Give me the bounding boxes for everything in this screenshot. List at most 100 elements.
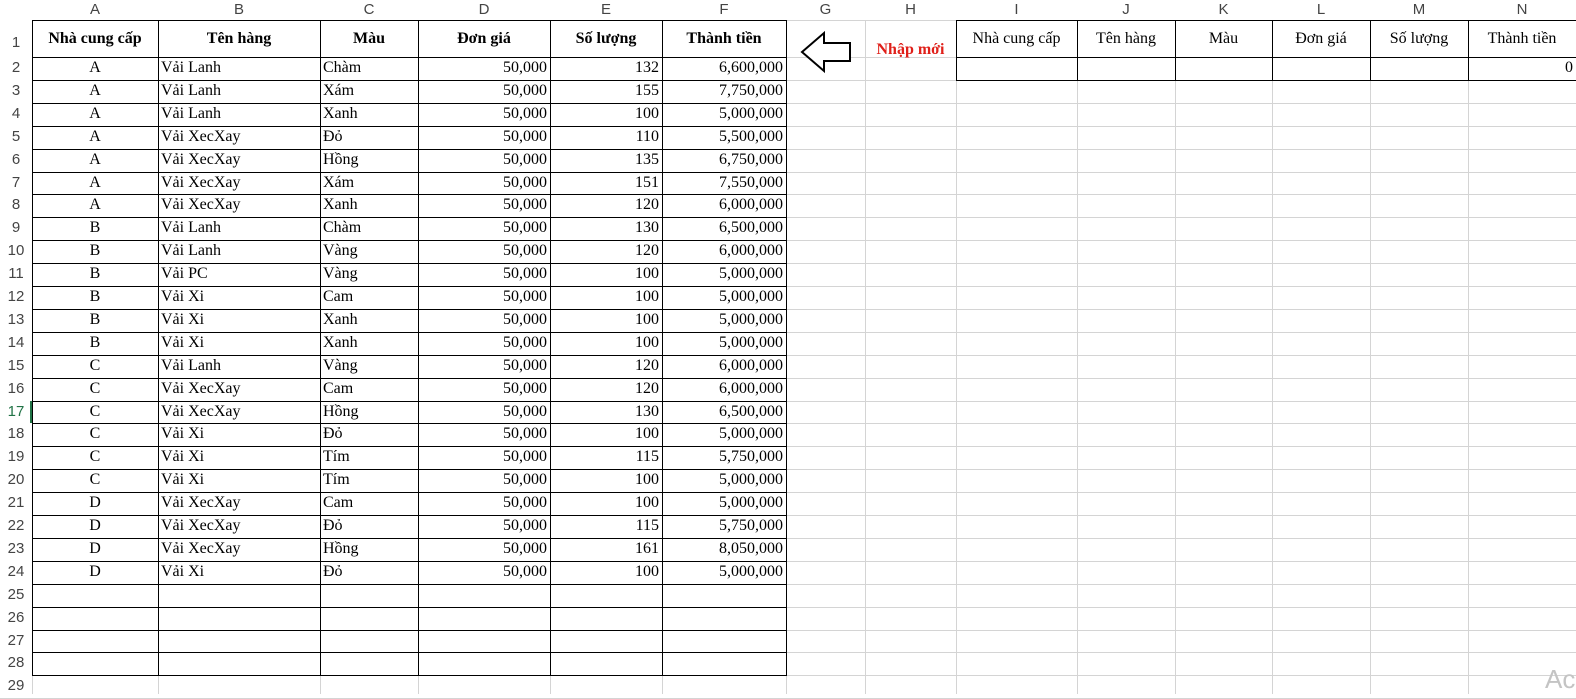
amount-cell[interactable]: 6,500,000 xyxy=(662,401,786,424)
entry-product-name-input[interactable] xyxy=(1077,57,1175,80)
product-name-cell[interactable]: Vải Lanh xyxy=(158,103,320,126)
empty-cell[interactable] xyxy=(320,652,418,675)
row-header-15[interactable]: 15 xyxy=(0,354,32,378)
product-name-cell[interactable]: Vải Xi xyxy=(158,286,320,309)
color-cell[interactable]: Xám xyxy=(320,80,418,103)
row-header-18[interactable]: 18 xyxy=(0,423,32,447)
color-cell[interactable]: Tím xyxy=(320,469,418,492)
empty-cell[interactable] xyxy=(418,652,550,675)
unit-price-cell[interactable]: 50,000 xyxy=(418,355,550,378)
entry-supplier-input[interactable] xyxy=(956,57,1077,80)
row-header-25[interactable]: 25 xyxy=(0,583,32,607)
empty-cell[interactable] xyxy=(662,607,786,630)
product-name-cell[interactable]: Vải Xi xyxy=(158,561,320,584)
quantity-cell[interactable]: 161 xyxy=(550,538,662,561)
unit-price-cell[interactable]: 50,000 xyxy=(418,401,550,424)
empty-cell[interactable] xyxy=(550,652,662,675)
supplier-cell[interactable]: A xyxy=(32,80,158,103)
supplier-cell[interactable]: A xyxy=(32,126,158,149)
column-header-c[interactable]: C xyxy=(320,0,418,20)
supplier-cell[interactable]: D xyxy=(32,538,158,561)
unit-price-cell[interactable]: 50,000 xyxy=(418,538,550,561)
row-header-5[interactable]: 5 xyxy=(0,125,32,149)
unit-price-cell[interactable]: 50,000 xyxy=(418,263,550,286)
amount-cell[interactable]: 5,000,000 xyxy=(662,332,786,355)
row-header-26[interactable]: 26 xyxy=(0,606,32,630)
supplier-cell[interactable]: C xyxy=(32,355,158,378)
unit-price-cell[interactable]: 50,000 xyxy=(418,469,550,492)
quantity-cell[interactable]: 120 xyxy=(550,355,662,378)
quantity-cell[interactable]: 100 xyxy=(550,492,662,515)
column-header-e[interactable]: E xyxy=(550,0,662,20)
supplier-cell[interactable]: B xyxy=(32,332,158,355)
row-header-11[interactable]: 11 xyxy=(0,263,32,286)
amount-cell[interactable]: 5,500,000 xyxy=(662,126,786,149)
amount-cell[interactable]: 5,750,000 xyxy=(662,446,786,469)
column-header-h[interactable]: H xyxy=(865,0,956,20)
empty-cell[interactable] xyxy=(320,607,418,630)
product-name-cell[interactable]: Vải Lanh xyxy=(158,80,320,103)
color-cell[interactable]: Đỏ xyxy=(320,126,418,149)
amount-cell[interactable]: 7,550,000 xyxy=(662,172,786,195)
unit-price-cell[interactable]: 50,000 xyxy=(418,103,550,126)
unit-price-cell[interactable]: 50,000 xyxy=(418,492,550,515)
quantity-cell[interactable]: 100 xyxy=(550,561,662,584)
color-cell[interactable]: Xanh xyxy=(320,194,418,217)
quantity-cell[interactable]: 130 xyxy=(550,401,662,424)
quantity-cell[interactable]: 120 xyxy=(550,194,662,217)
row-header-22[interactable]: 22 xyxy=(0,515,32,538)
color-cell[interactable]: Đỏ xyxy=(320,423,418,446)
product-name-cell[interactable]: Vải XecXay xyxy=(158,492,320,515)
unit-price-cell[interactable]: 50,000 xyxy=(418,80,550,103)
row-header-12[interactable]: 12 xyxy=(0,286,32,309)
unit-price-cell[interactable]: 50,000 xyxy=(418,149,550,172)
quantity-cell[interactable]: 100 xyxy=(550,469,662,492)
quantity-cell[interactable]: 100 xyxy=(550,103,662,126)
row-header-4[interactable]: 4 xyxy=(0,102,32,126)
quantity-cell[interactable]: 135 xyxy=(550,149,662,172)
entry-quantity-input[interactable] xyxy=(1370,57,1468,80)
quantity-cell[interactable]: 100 xyxy=(550,332,662,355)
color-cell[interactable]: Vàng xyxy=(320,240,418,263)
amount-cell[interactable]: 6,000,000 xyxy=(662,194,786,217)
amount-cell[interactable]: 5,000,000 xyxy=(662,103,786,126)
unit-price-cell[interactable]: 50,000 xyxy=(418,57,550,80)
product-name-cell[interactable]: Vải XecXay xyxy=(158,515,320,538)
product-name-cell[interactable]: Vải XecXay xyxy=(158,401,320,424)
product-name-cell[interactable]: Vải Lanh xyxy=(158,355,320,378)
supplier-cell[interactable]: C xyxy=(32,469,158,492)
quantity-cell[interactable]: 100 xyxy=(550,286,662,309)
empty-cell[interactable] xyxy=(662,584,786,607)
color-cell[interactable]: Chàm xyxy=(320,57,418,80)
amount-cell[interactable]: 6,750,000 xyxy=(662,149,786,172)
color-cell[interactable]: Cam xyxy=(320,286,418,309)
supplier-cell[interactable]: C xyxy=(32,446,158,469)
amount-cell[interactable]: 5,000,000 xyxy=(662,263,786,286)
quantity-cell[interactable]: 130 xyxy=(550,217,662,240)
column-header-b[interactable]: B xyxy=(158,0,320,20)
supplier-cell[interactable]: C xyxy=(32,423,158,446)
column-header-f[interactable]: F xyxy=(662,0,786,20)
product-name-cell[interactable]: Vải PC xyxy=(158,263,320,286)
row-header-29[interactable]: 29 xyxy=(0,675,32,699)
amount-cell[interactable]: 7,750,000 xyxy=(662,80,786,103)
product-name-cell[interactable]: Vải Xi xyxy=(158,423,320,446)
column-header-n[interactable]: N xyxy=(1468,0,1576,20)
empty-cell[interactable] xyxy=(32,607,158,630)
row-header-13[interactable]: 13 xyxy=(0,308,32,332)
row-header-10[interactable]: 10 xyxy=(0,240,32,264)
unit-price-cell[interactable]: 50,000 xyxy=(418,286,550,309)
row-header-28[interactable]: 28 xyxy=(0,652,32,676)
new-entry-button[interactable]: Nhập mới xyxy=(865,20,956,80)
product-name-cell[interactable]: Vải Xi xyxy=(158,446,320,469)
empty-cell[interactable] xyxy=(320,584,418,607)
amount-cell[interactable]: 5,000,000 xyxy=(662,309,786,332)
color-cell[interactable]: Xám xyxy=(320,172,418,195)
product-name-cell[interactable]: Vải Lanh xyxy=(158,217,320,240)
color-cell[interactable]: Vàng xyxy=(320,355,418,378)
empty-cell[interactable] xyxy=(32,630,158,653)
empty-cell[interactable] xyxy=(32,584,158,607)
quantity-cell[interactable]: 132 xyxy=(550,57,662,80)
amount-cell[interactable]: 5,750,000 xyxy=(662,515,786,538)
product-name-cell[interactable]: Vải XecXay xyxy=(158,172,320,195)
